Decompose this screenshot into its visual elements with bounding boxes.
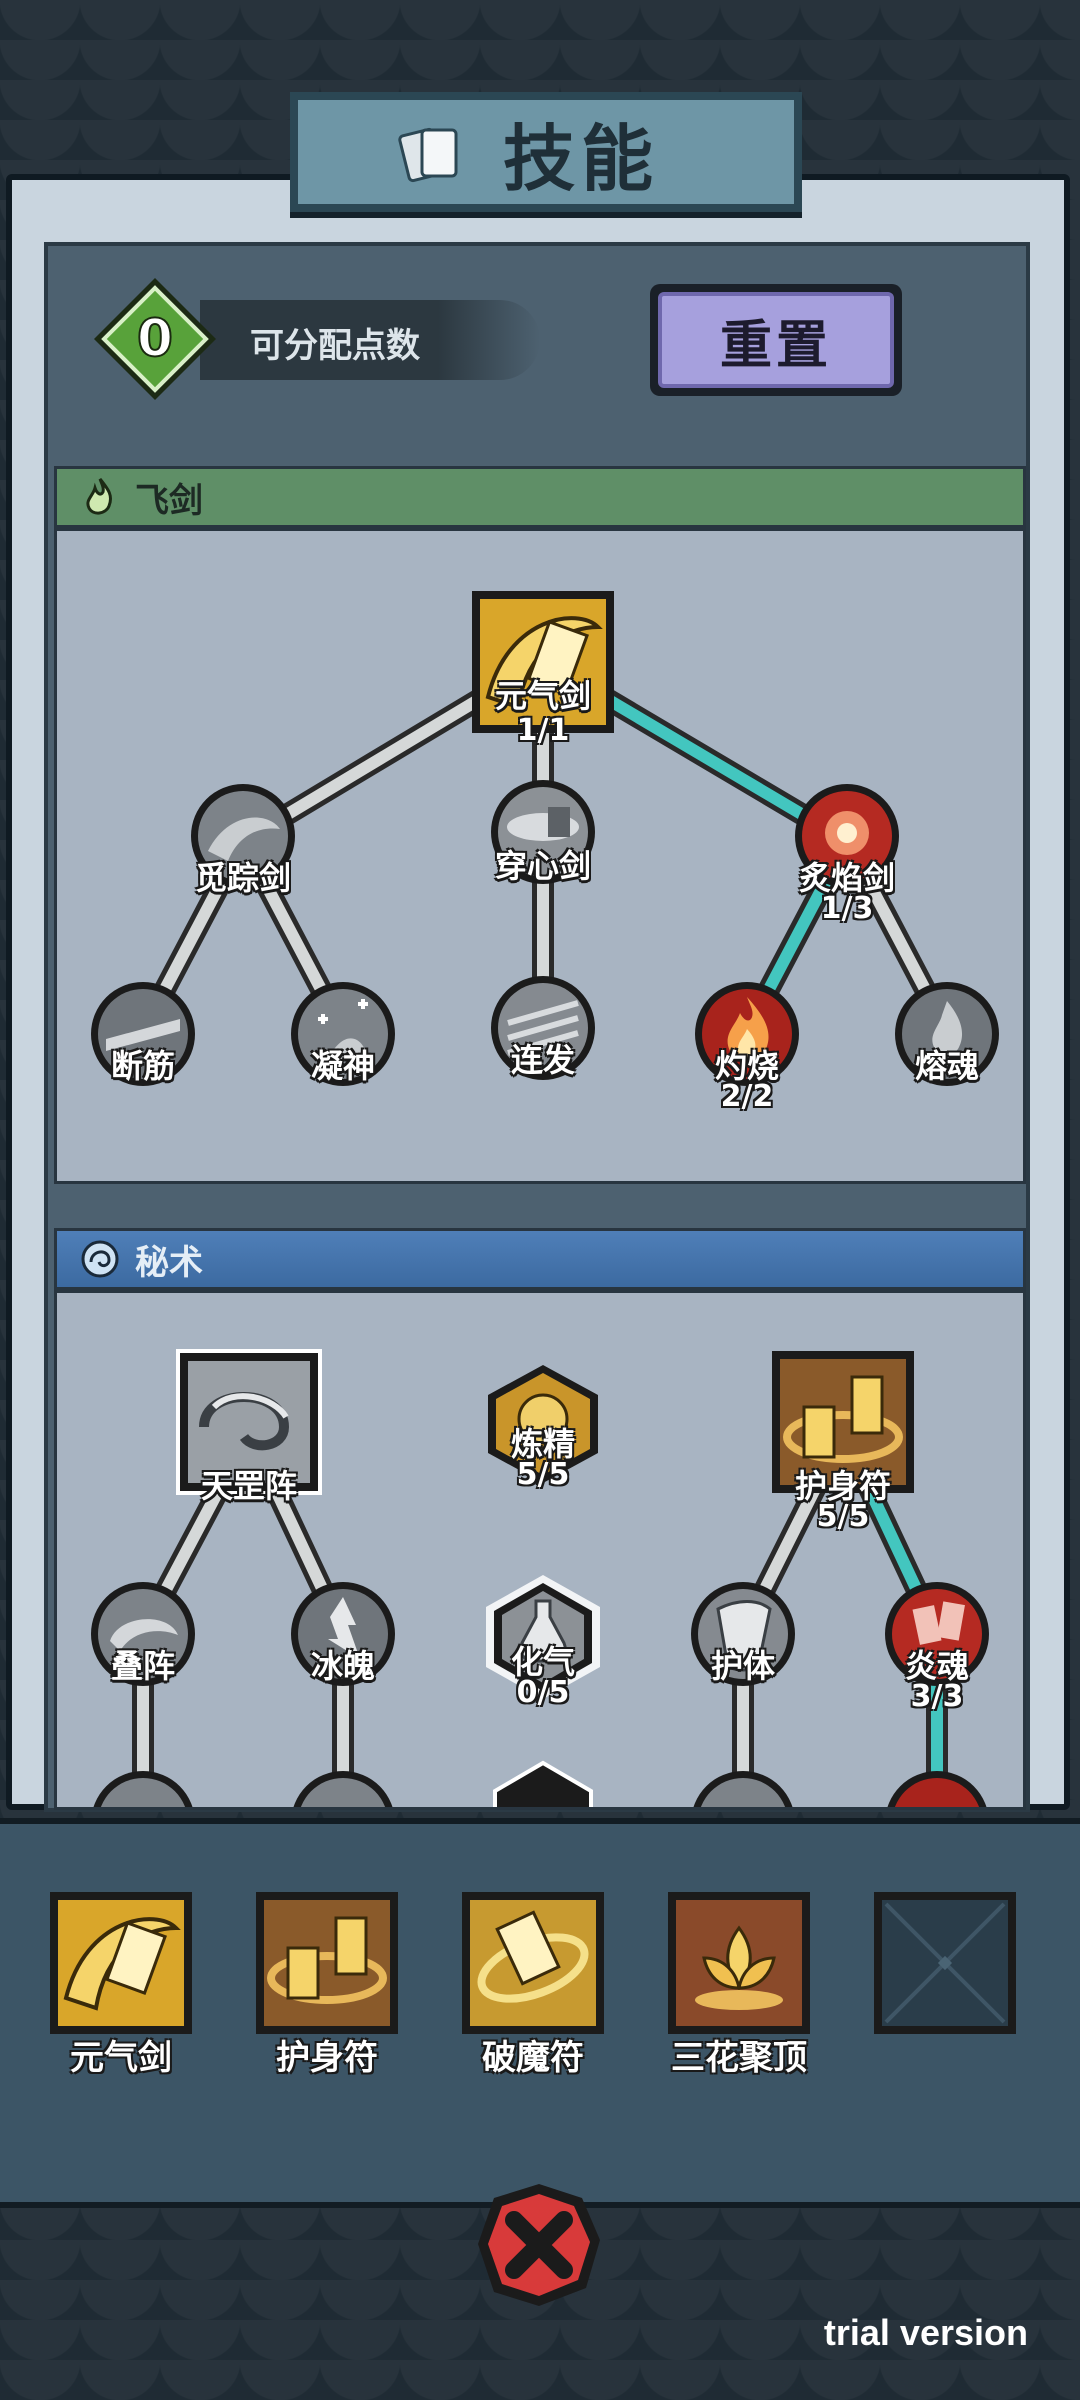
section-header-secret-arts: 秘术 bbox=[54, 1228, 1026, 1290]
skill-tree-secret-arts: 天罡阵 炼精 5/5 护身符 5/5 叠阵 冰魄 化气 0/5 护体 炎魂 3/… bbox=[54, 1290, 1026, 1810]
skill-name: 元气剑 bbox=[494, 677, 592, 715]
skill-name: 叠阵 bbox=[110, 1647, 176, 1685]
equipped-label-2: 护身符 bbox=[276, 2038, 378, 2078]
skill-node-yanhun[interactable]: 炎魂 3/3 bbox=[882, 1579, 992, 1714]
trial-version-watermark: trial version bbox=[823, 2312, 1028, 2353]
skill-level: 1/3 bbox=[820, 891, 874, 926]
equipped-label-4: 三花聚顶 bbox=[671, 2038, 807, 2078]
skill-name: 天罡阵 bbox=[200, 1467, 298, 1505]
skill-node-zhuoshao[interactable]: 灼烧 2/2 bbox=[692, 979, 802, 1114]
golden-sword-icon bbox=[50, 1892, 192, 2034]
skill-node-chuanxin-sword[interactable]: 穿心剑 bbox=[488, 777, 598, 887]
skill-node-lianfa[interactable]: 连发 bbox=[488, 973, 598, 1083]
skill-node-ronghun[interactable]: 熔魂 bbox=[892, 979, 1002, 1089]
skill-tree-flying-sword: 元气剑 1/1 觅踪剑 穿心剑 炙焰剑 1/3 断筋 凝神 连发 灼烧 2/2 … bbox=[54, 528, 1026, 1184]
skill-name: 熔魂 bbox=[914, 1047, 980, 1085]
skill-name: 凝神 bbox=[310, 1047, 376, 1085]
skill-node-diezhen[interactable]: 叠阵 bbox=[88, 1579, 198, 1689]
skill-name: 护体 bbox=[710, 1647, 776, 1685]
equipped-slot-2[interactable] bbox=[252, 1888, 402, 2038]
equipped-slot-5-empty[interactable] bbox=[870, 1888, 1020, 2038]
reset-button-label: 重置 bbox=[658, 292, 894, 388]
skill-node-bingpo[interactable]: 冰魄 bbox=[288, 1579, 398, 1689]
close-button[interactable] bbox=[474, 2180, 604, 2310]
demon-break-talisman-icon bbox=[462, 1892, 604, 2034]
skill-node-huti[interactable]: 护体 bbox=[688, 1579, 798, 1689]
skill-node-tiangang-formation[interactable]: 天罡阵 bbox=[174, 1347, 324, 1505]
skill-node-lianjing[interactable]: 炼精 5/5 bbox=[478, 1359, 608, 1492]
skill-name: 连发 bbox=[510, 1041, 576, 1079]
page-title: 技能 bbox=[502, 116, 659, 201]
lotus-icon bbox=[668, 1892, 810, 2034]
points-label: 可分配点数 bbox=[250, 326, 420, 366]
equipped-slot-3[interactable] bbox=[458, 1888, 608, 2038]
skill-level: 2/2 bbox=[720, 1079, 774, 1114]
skill-node-mizong-sword[interactable]: 觅踪剑 bbox=[188, 781, 298, 897]
skill-name: 冰魄 bbox=[310, 1647, 376, 1685]
blue-swirl-icon bbox=[81, 1240, 119, 1278]
skill-level: 5/5 bbox=[516, 1457, 570, 1492]
points-value: 0 bbox=[136, 308, 174, 370]
skill-level: 3/3 bbox=[910, 1679, 964, 1714]
skill-name: 断筋 bbox=[110, 1047, 176, 1085]
skill-node-ningshen[interactable]: 凝神 bbox=[288, 979, 398, 1089]
skill-level: 0/5 bbox=[516, 1675, 570, 1710]
equipped-slot-4[interactable] bbox=[664, 1888, 814, 2038]
cards-icon bbox=[398, 127, 458, 183]
section-label-flying-sword: 飞剑 bbox=[135, 480, 203, 521]
title-banner: 技能 bbox=[290, 92, 802, 212]
section-label-secret-arts: 秘术 bbox=[135, 1242, 203, 1283]
equipped-label-1: 元气剑 bbox=[70, 2038, 172, 2078]
skill-level: 5/5 bbox=[816, 1499, 870, 1534]
section-header-flying-sword: 飞剑 bbox=[54, 466, 1026, 528]
skill-name: 穿心剑 bbox=[494, 847, 592, 885]
skill-level: 1/1 bbox=[516, 713, 570, 748]
skill-node-duanjin[interactable]: 断筋 bbox=[88, 979, 198, 1089]
reset-button[interactable]: 重置 bbox=[650, 284, 902, 396]
equipped-label-3: 破魔符 bbox=[482, 2038, 584, 2078]
skill-name: 觅踪剑 bbox=[194, 859, 292, 897]
skill-node-hushen-talisman[interactable]: 护身符 5/5 bbox=[768, 1347, 918, 1534]
empty-slot-icon bbox=[874, 1892, 1016, 2034]
green-flame-icon bbox=[86, 478, 113, 515]
equipped-slot-1[interactable] bbox=[46, 1888, 196, 2038]
skill-node-yuanqi-sword[interactable]: 元气剑 1/1 bbox=[468, 587, 618, 748]
skill-node-zhiyan-sword[interactable]: 炙焰剑 1/3 bbox=[792, 781, 902, 926]
skill-node-huaqi[interactable]: 化气 0/5 bbox=[478, 1571, 608, 1710]
talisman-icon bbox=[256, 1892, 398, 2034]
